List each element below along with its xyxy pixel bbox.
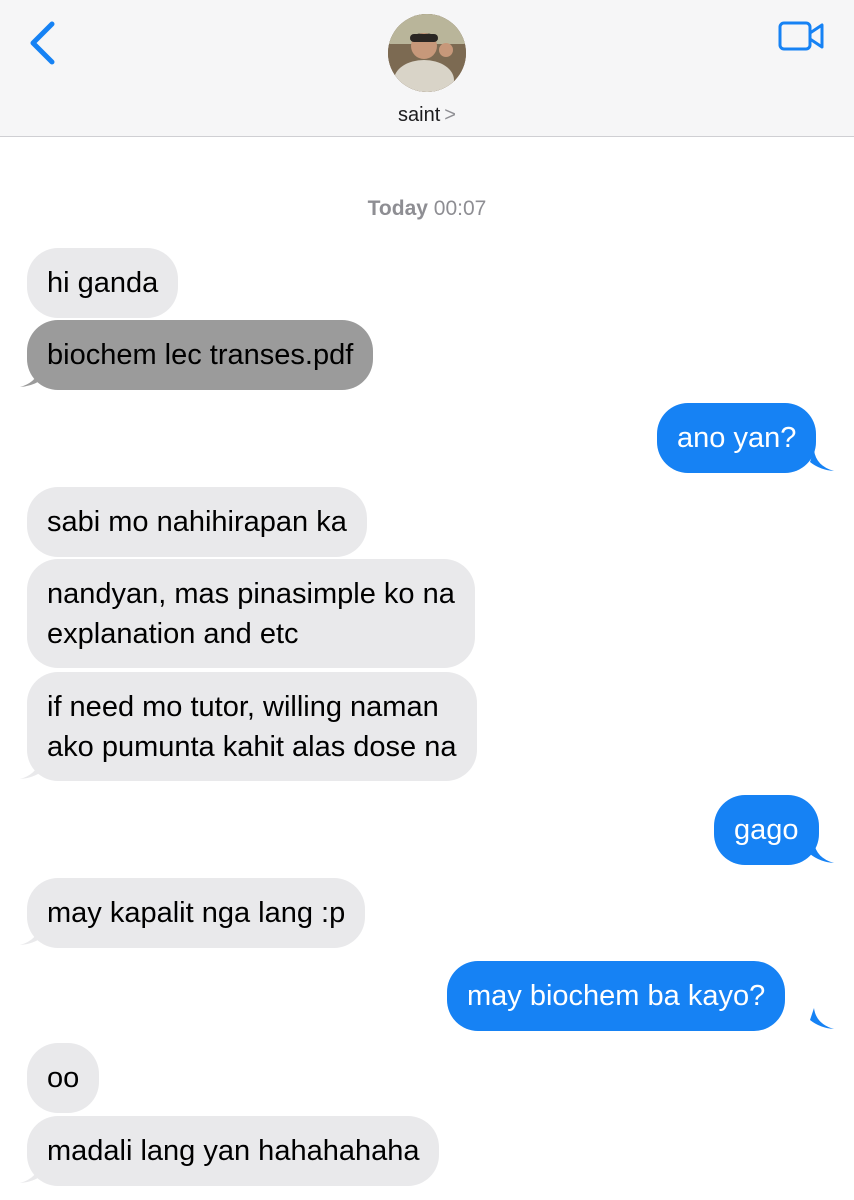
message-text: may biochem ba kayo?: [467, 980, 766, 1012]
message-bubble-received[interactable]: nandyan, mas pinasimple ko na explanatio…: [27, 559, 475, 668]
bubble-tail: [810, 450, 834, 471]
message-text: oo: [47, 1062, 80, 1094]
conversation-header: saint >: [0, 0, 854, 137]
facetime-video-button[interactable]: [776, 18, 828, 56]
bubble-tail: [810, 842, 834, 863]
message-bubble-received[interactable]: oo: [27, 1043, 100, 1113]
message-bubble-sent[interactable]: gago: [714, 795, 819, 865]
message-bubble-received[interactable]: sabi mo nahihirapan ka: [27, 487, 367, 557]
timestamp-day: Today: [367, 197, 428, 220]
message-text: madali lang yan hahahahaha: [47, 1135, 420, 1167]
avatar-photo: [388, 14, 466, 92]
message-text: sabi mo nahihirapan ka: [47, 506, 347, 538]
bubble-tail: [20, 758, 44, 779]
bubble-tail: [20, 924, 44, 945]
message-bubble-received[interactable]: hi ganda: [27, 248, 179, 318]
message-text: gago: [734, 814, 799, 846]
chevron-left-icon: [30, 21, 55, 65]
message-timestamp: Today 00:07: [0, 197, 854, 221]
message-bubble-sent[interactable]: may biochem ba kayo?: [447, 961, 786, 1031]
message-text-line: explanation and etc: [47, 618, 299, 650]
message-bubble-sent[interactable]: ano yan?: [657, 403, 817, 473]
video-camera-icon: [778, 21, 824, 51]
message-text-line: nandyan, mas pinasimple ko na: [47, 578, 455, 610]
timestamp-time: 00:07: [433, 197, 487, 220]
message-bubble-received[interactable]: if need mo tutor, willing naman ako pumu…: [27, 672, 477, 781]
bubble-tail: [20, 366, 44, 387]
message-text: may kapalit nga lang :p: [47, 897, 346, 929]
contact-name-button[interactable]: saint >: [0, 104, 854, 127]
bubble-tail: [810, 1008, 834, 1029]
message-text-line: if need mo tutor, willing naman: [47, 691, 439, 723]
file-name: biochem lec transes.pdf: [47, 339, 354, 371]
message-text-line: ako pumunta kahit alas dose na: [47, 731, 457, 763]
message-text: ano yan?: [677, 422, 797, 454]
file-attachment-bubble[interactable]: biochem lec transes.pdf: [27, 320, 374, 390]
message-text: hi ganda: [47, 267, 159, 299]
contact-name: saint: [398, 104, 441, 126]
bubble-tail: [20, 1162, 44, 1183]
chevron-right-icon: >: [444, 104, 456, 126]
contact-avatar[interactable]: [388, 14, 466, 92]
message-bubble-received[interactable]: may kapalit nga lang :p: [27, 878, 366, 948]
back-button[interactable]: [22, 18, 62, 68]
message-bubble-received[interactable]: madali lang yan hahahahaha: [27, 1116, 440, 1186]
